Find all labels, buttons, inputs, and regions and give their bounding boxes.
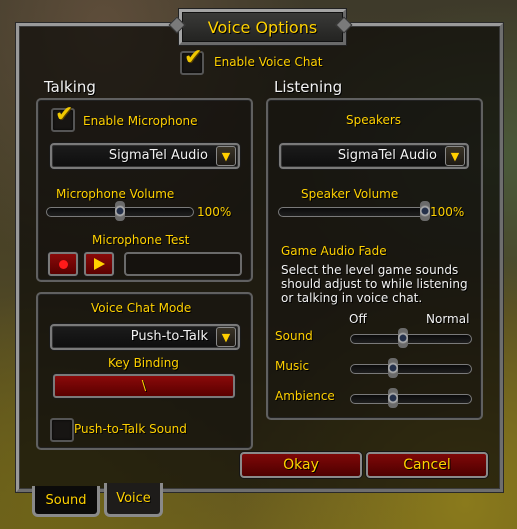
ambience-fade-label: Ambience — [275, 389, 335, 403]
microphone-volume-label: Microphone Volume — [56, 187, 175, 201]
enable-microphone-checkbox[interactable]: ✔ — [51, 104, 75, 132]
cancel-button[interactable]: Cancel — [366, 452, 488, 478]
push-to-talk-sound-checkbox[interactable] — [50, 418, 74, 442]
sound-fade-slider[interactable] — [350, 328, 472, 348]
slider-thumb[interactable] — [420, 201, 430, 221]
sound-fade-label: Sound — [275, 329, 313, 343]
enable-voice-chat-checkbox[interactable]: ✔ — [180, 47, 204, 75]
voice-chat-mode-value: Push-to-Talk — [130, 329, 208, 344]
microphone-volume-value: 100% — [197, 205, 232, 219]
record-icon — [58, 259, 68, 269]
listening-heading: Listening — [274, 78, 343, 96]
checkmark-icon: ✔ — [184, 45, 203, 70]
speaker-volume-label: Speaker Volume — [301, 187, 399, 201]
chevron-down-icon[interactable]: ▼ — [216, 327, 236, 347]
checkmark-icon: ✔ — [55, 102, 74, 127]
slider-thumb[interactable] — [115, 201, 125, 221]
key-binding-value: \ — [141, 378, 147, 394]
enable-microphone-label: Enable Microphone — [83, 114, 198, 128]
fade-scale-max: Normal — [426, 312, 470, 326]
key-binding-label: Key Binding — [108, 356, 179, 370]
play-icon — [93, 258, 105, 270]
fade-scale-min: Off — [349, 312, 367, 326]
ambience-fade-slider[interactable] — [350, 388, 472, 408]
slider-thumb[interactable] — [388, 388, 398, 408]
speakers-label: Speakers — [346, 113, 402, 127]
microphone-volume-slider[interactable] — [46, 201, 194, 221]
microphone-device-value: SigmaTel Audio — [108, 148, 208, 163]
voice-chat-mode-dropdown[interactable]: Push-to-Talk ▼ — [50, 324, 240, 350]
enable-voice-chat-label: Enable Voice Chat — [214, 55, 323, 69]
record-button[interactable] — [48, 252, 78, 276]
talking-heading: Talking — [44, 78, 96, 96]
speaker-volume-slider[interactable] — [278, 201, 430, 221]
tab-voice[interactable]: Voice — [104, 483, 163, 517]
slider-thumb[interactable] — [397, 328, 408, 348]
okay-button[interactable]: Okay — [240, 452, 362, 478]
tab-sound[interactable]: Sound — [32, 486, 100, 517]
game-audio-fade-description: Select the level game sounds should adju… — [281, 263, 468, 305]
voice-chat-mode-label: Voice Chat Mode — [91, 301, 192, 315]
slider-thumb[interactable] — [388, 358, 398, 378]
speakers-dropdown[interactable]: SigmaTel Audio ▼ — [279, 143, 469, 169]
speakers-value: SigmaTel Audio — [337, 148, 437, 163]
microphone-test-label: Microphone Test — [92, 233, 190, 247]
chevron-down-icon[interactable]: ▼ — [445, 146, 465, 166]
key-binding-button[interactable]: \ — [53, 374, 235, 398]
window-title: Voice Options — [179, 9, 346, 45]
game-audio-fade-title: Game Audio Fade — [281, 244, 387, 258]
chevron-down-icon[interactable]: ▼ — [216, 146, 236, 166]
microphone-device-dropdown[interactable]: SigmaTel Audio ▼ — [50, 143, 240, 169]
music-fade-slider[interactable] — [350, 358, 472, 378]
microphone-test-meter — [124, 252, 242, 276]
play-button[interactable] — [84, 252, 114, 276]
speaker-volume-value: 100% — [430, 205, 465, 219]
push-to-talk-sound-label: Push-to-Talk Sound — [74, 422, 187, 436]
music-fade-label: Music — [275, 359, 310, 373]
